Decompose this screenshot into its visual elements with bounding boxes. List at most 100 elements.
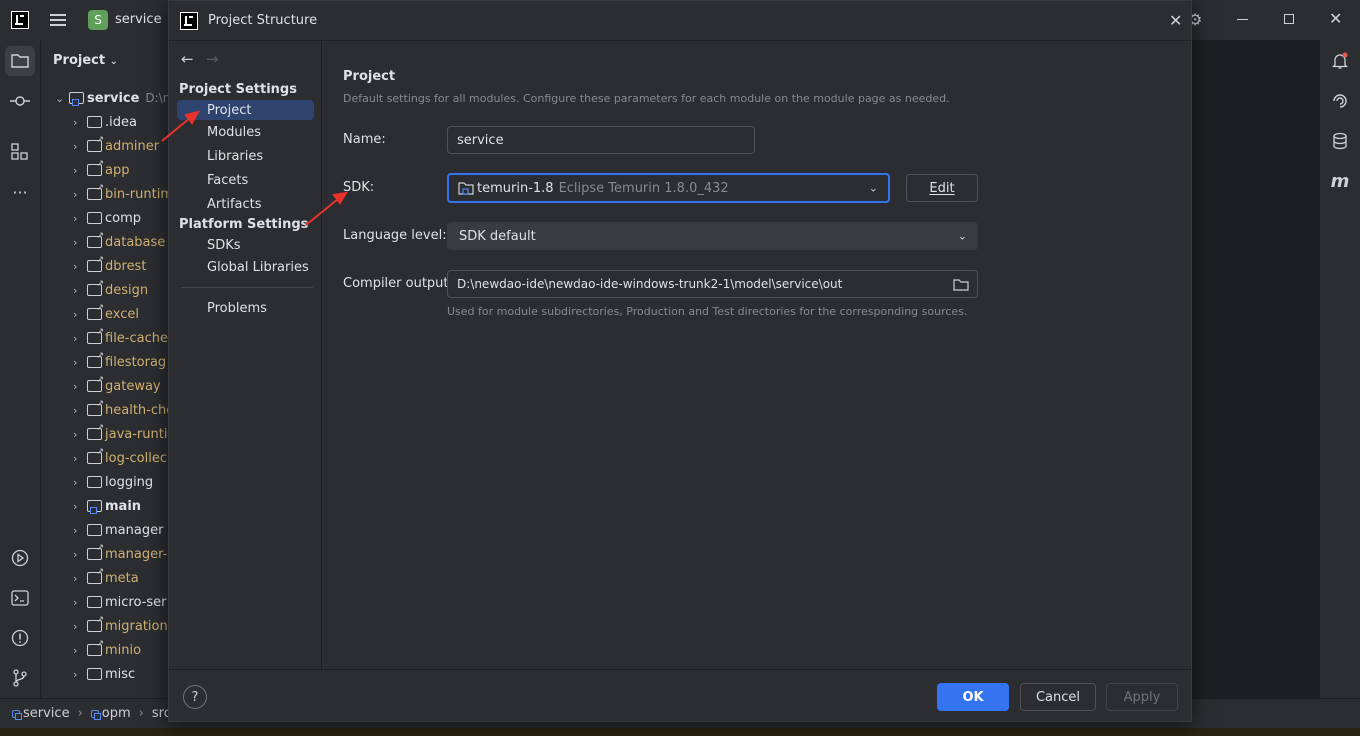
tree-row[interactable]: › manager-: [73, 542, 167, 566]
chevron-right-icon: ›: [73, 619, 78, 633]
chevron-right-icon: ›: [73, 355, 78, 369]
external-folder-icon: [87, 255, 104, 272]
chevron-right-icon: ›: [73, 499, 78, 513]
tree-row[interactable]: › manager: [73, 518, 163, 542]
tree-root[interactable]: ⌄ service D:\ne: [55, 86, 168, 110]
cancel-button[interactable]: Cancel: [1020, 683, 1096, 711]
nav-item-project[interactable]: Project: [177, 100, 314, 120]
nav-item-artifacts[interactable]: Artifacts: [177, 194, 314, 214]
edit-sdk-button[interactable]: Edit: [906, 174, 978, 202]
ai-assistant-icon: [1333, 94, 1347, 108]
page-description: Default settings for all modules. Config…: [343, 92, 950, 105]
nav-item-global-libraries[interactable]: Global Libraries: [177, 257, 314, 277]
nav-item-facets[interactable]: Facets: [177, 170, 314, 190]
database-icon: [1333, 132, 1347, 150]
chevron-right-icon: ›: [73, 451, 78, 465]
chevron-right-icon: ›: [73, 139, 78, 153]
tree-row[interactable]: › health-che: [73, 398, 168, 422]
tree-row[interactable]: › java-runti: [73, 422, 167, 446]
tree-row[interactable]: › comp: [73, 206, 141, 230]
ok-button[interactable]: OK: [937, 683, 1009, 711]
tree-row-label: file-cache: [105, 330, 168, 346]
database-button[interactable]: [1325, 126, 1355, 156]
project-badge[interactable]: S: [88, 10, 108, 30]
sdk-name: temurin-1.8: [477, 180, 554, 196]
tree-row[interactable]: › migration: [73, 614, 168, 638]
tree-row[interactable]: › misc: [73, 662, 135, 686]
maven-icon[interactable]: m: [1325, 166, 1355, 196]
chevron-down-icon: ⌄: [957, 229, 967, 243]
commit-tool-button[interactable]: [5, 86, 35, 116]
nav-item-sdks[interactable]: SDKs: [177, 235, 314, 255]
tree-row[interactable]: › database: [73, 230, 165, 254]
bell-icon: [1331, 52, 1349, 69]
external-folder-icon: [87, 159, 104, 176]
terminal-icon: [11, 590, 29, 606]
module-icon: [90, 709, 101, 720]
tree-row[interactable]: › dbrest: [73, 254, 146, 278]
tree-row[interactable]: › micro-ser: [73, 590, 166, 614]
window-close-icon[interactable]: ✕: [1329, 9, 1342, 28]
tree-row[interactable]: › logging: [73, 470, 153, 494]
tree-row[interactable]: › adminer: [73, 134, 159, 158]
external-folder-icon: [87, 327, 104, 344]
compiler-output-field[interactable]: D:\newdao-ide\newdao-ide-windows-trunk2-…: [447, 270, 978, 298]
chevron-right-icon: ›: [73, 283, 78, 297]
name-field-value: service: [457, 132, 504, 148]
language-level-dropdown[interactable]: SDK default ⌄: [447, 222, 978, 250]
tree-row[interactable]: › meta: [73, 566, 139, 590]
tree-row-label: .idea: [105, 114, 137, 130]
nav-item-modules[interactable]: Modules: [177, 122, 314, 142]
language-level-value: SDK default: [459, 228, 536, 244]
ai-assistant-button[interactable]: [1325, 86, 1355, 116]
problems-tool-button[interactable]: [5, 623, 35, 653]
tree-row[interactable]: › filestorag: [73, 350, 166, 374]
tree-row[interactable]: › design: [73, 278, 148, 302]
browse-folder-icon[interactable]: [953, 278, 969, 291]
structure-tool-button[interactable]: [5, 137, 35, 167]
sdk-dropdown[interactable]: temurin-1.8 Eclipse Temurin 1.8.0_432 ⌄: [447, 173, 890, 203]
external-folder-icon: [87, 231, 104, 248]
forward-arrow-icon[interactable]: →: [206, 50, 219, 68]
git-tool-button[interactable]: [5, 663, 35, 693]
project-panel-title[interactable]: Project ⌄: [53, 53, 118, 68]
external-folder-icon: [87, 351, 104, 368]
tree-row[interactable]: › gateway: [73, 374, 161, 398]
tree-row-label: gateway: [105, 378, 161, 394]
restore-icon[interactable]: [1284, 14, 1294, 24]
external-folder-icon: [87, 303, 104, 320]
minimize-icon[interactable]: [1237, 19, 1248, 20]
chevron-right-icon: ›: [73, 235, 78, 249]
tree-row[interactable]: › main: [73, 494, 141, 518]
breadcrumb-opm[interactable]: opm: [102, 706, 131, 721]
dialog-close-icon[interactable]: ✕: [1169, 11, 1182, 30]
breadcrumb-service[interactable]: service: [23, 706, 70, 721]
project-switcher[interactable]: service ⌄: [115, 12, 174, 27]
tree-row[interactable]: › .idea: [73, 110, 137, 134]
project-structure-dialog: Project Structure ✕ ← → Project Settings…: [168, 0, 1192, 722]
services-tool-button[interactable]: [5, 543, 35, 573]
nav-item-problems[interactable]: Problems: [177, 298, 314, 318]
more-tools-icon[interactable]: ···: [5, 177, 35, 207]
tree-row[interactable]: › app: [73, 158, 129, 182]
dialog-title: Project Structure: [208, 13, 318, 28]
back-arrow-icon[interactable]: ←: [181, 50, 194, 68]
project-tool-button[interactable]: [5, 46, 35, 76]
tree-row-label: filestorag: [105, 354, 167, 370]
help-button[interactable]: ?: [183, 685, 207, 709]
chevron-right-icon: ›: [73, 643, 78, 657]
tree-row[interactable]: › file-cache: [73, 326, 168, 350]
main-menu-icon[interactable]: [49, 11, 67, 29]
chevron-right-icon: ›: [73, 571, 78, 585]
terminal-tool-button[interactable]: [5, 583, 35, 613]
notifications-button[interactable]: [1325, 46, 1355, 76]
tree-row[interactable]: › log-collec: [73, 446, 167, 470]
apply-button[interactable]: Apply: [1106, 683, 1178, 711]
tree-row[interactable]: › minio: [73, 638, 141, 662]
tree-row[interactable]: › excel: [73, 302, 139, 326]
nav-item-libraries[interactable]: Libraries: [177, 146, 314, 166]
name-field[interactable]: service: [447, 126, 755, 154]
tree-row[interactable]: › bin-runtim: [73, 182, 168, 206]
tree-row-label: minio: [105, 642, 142, 658]
chevron-right-icon: ›: [77, 706, 83, 721]
